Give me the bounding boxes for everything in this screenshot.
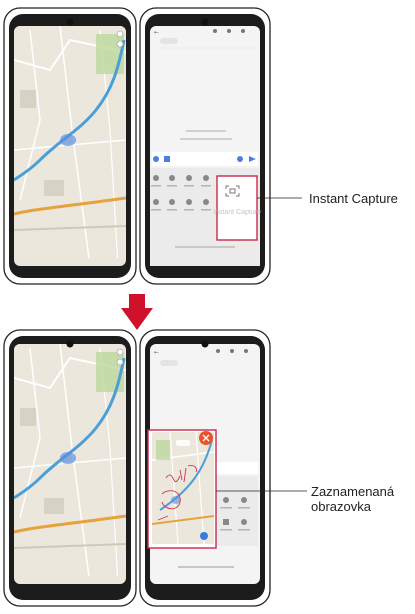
date-label	[186, 130, 226, 132]
search-icon[interactable]	[241, 29, 245, 33]
panel-hint	[175, 246, 235, 248]
chat-icon[interactable]	[216, 349, 220, 353]
diagram: ← Instant Capture ←	[3, 7, 307, 607]
front-camera-icon	[66, 18, 74, 26]
message-input-bar[interactable]	[214, 462, 258, 474]
front-camera-icon	[201, 18, 209, 26]
panel-icon[interactable]	[186, 175, 192, 181]
captured-screen-preview	[147, 429, 217, 549]
phone-icon[interactable]	[227, 29, 231, 33]
panel-icon[interactable]	[241, 519, 247, 525]
settings-icon[interactable]	[223, 497, 229, 503]
panel-icon[interactable]	[169, 175, 175, 181]
bottom-dual-screen-device: ←	[3, 329, 307, 607]
top-dual-screen-device: ← Instant Capture	[3, 7, 302, 285]
search-icon[interactable]	[244, 349, 248, 353]
panel-icon[interactable]	[153, 199, 159, 205]
map-view	[14, 26, 126, 258]
panel-icon[interactable]	[153, 175, 159, 181]
edge-panel	[214, 476, 258, 546]
panel-icon[interactable]	[223, 519, 229, 525]
conversation-label	[180, 138, 232, 140]
add-icon[interactable]	[153, 156, 159, 162]
emoji-icon[interactable]	[237, 156, 243, 162]
map-view	[14, 344, 126, 576]
panel-icon[interactable]	[186, 199, 192, 205]
panel-hint	[178, 566, 234, 568]
instant-capture-callout: Instant Capture	[309, 191, 398, 206]
front-camera-icon	[201, 340, 209, 348]
panel-icon[interactable]	[169, 199, 175, 205]
recipient-chip[interactable]	[160, 38, 178, 44]
back-arrow-icon[interactable]: ←	[154, 349, 159, 356]
edit-icon[interactable]	[200, 532, 208, 540]
front-camera-icon	[66, 340, 74, 348]
panel-icon[interactable]	[203, 199, 209, 205]
phone-icon[interactable]	[230, 349, 234, 353]
down-arrow	[121, 294, 153, 330]
edge-panel-label: Instant Capture	[213, 209, 261, 216]
captured-screen-callout-line2: obrazovka	[311, 499, 371, 514]
gallery-icon[interactable]	[164, 156, 170, 162]
recipient-chip[interactable]	[160, 360, 178, 366]
captured-screen-callout-line1: Zaznamenaná	[311, 484, 395, 499]
chat-icon[interactable]	[213, 29, 217, 33]
panel-icon[interactable]	[241, 497, 247, 503]
panel-icon[interactable]	[203, 175, 209, 181]
back-arrow-icon[interactable]: ←	[154, 29, 159, 36]
